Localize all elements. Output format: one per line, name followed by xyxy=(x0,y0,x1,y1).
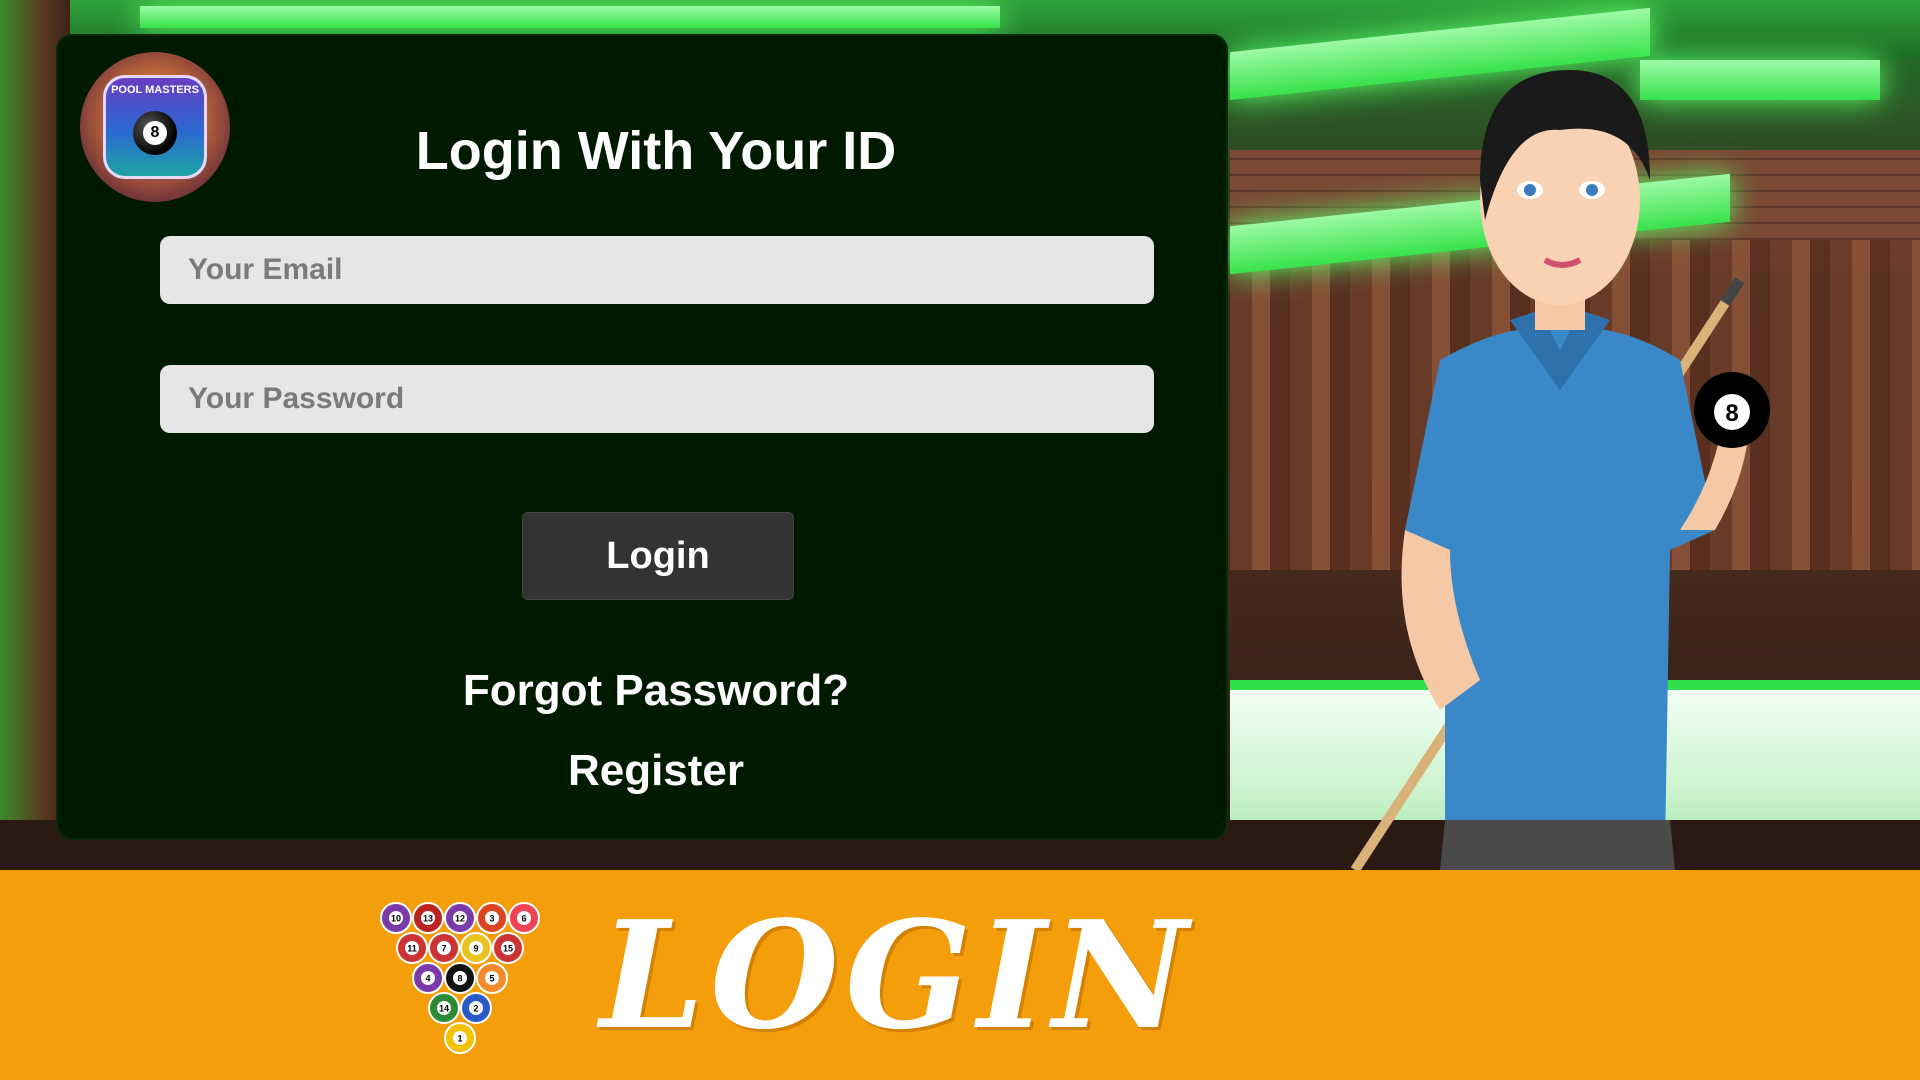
rack-ball: 8 xyxy=(444,962,476,994)
banner-title: LOGIN xyxy=(600,888,1194,1062)
email-field[interactable] xyxy=(160,236,1154,304)
rack-ball-number: 3 xyxy=(489,914,494,924)
rack-ball-number: 11 xyxy=(407,944,417,954)
login-title: Login With Your ID xyxy=(415,121,897,181)
register-link[interactable]: Register xyxy=(0,746,1312,796)
rack-ball: 9 xyxy=(460,932,492,964)
rack-ball: 5 xyxy=(476,962,508,994)
email-input[interactable] xyxy=(186,252,1154,288)
rack-ball: 13 xyxy=(412,902,444,934)
rack-ball-number: 5 xyxy=(489,974,494,984)
logo-text: POOL MASTERS xyxy=(111,84,199,96)
right-iris xyxy=(1586,184,1598,196)
rack-ball-number: 7 xyxy=(441,944,446,954)
rack-ball: 7 xyxy=(428,932,460,964)
forgot-password-link[interactable]: Forgot Password? xyxy=(0,666,1312,716)
rack-ball-number: 15 xyxy=(503,944,513,954)
rack-ball: 2 xyxy=(460,992,492,1024)
rack-ball-number: 12 xyxy=(455,914,465,924)
rack-ball: 15 xyxy=(492,932,524,964)
rack-ball: 4 xyxy=(412,962,444,994)
rack-ball: 6 xyxy=(508,902,540,934)
rack-ball-number: 4 xyxy=(425,974,430,984)
rack-ball-number: 14 xyxy=(439,1004,449,1014)
password-input[interactable] xyxy=(186,381,1154,417)
rack-ball: 11 xyxy=(396,932,428,964)
billiard-rack-icon: 10 13 12 3 6 11 7 9 15 4 8 5 14 2 1 xyxy=(380,902,540,1054)
rack-ball-number: 1 xyxy=(457,1034,462,1044)
rack-ball: 14 xyxy=(428,992,460,1024)
rack-ball-number: 10 xyxy=(391,914,401,924)
rack-ball: 10 xyxy=(380,902,412,934)
rack-ball: 1 xyxy=(444,1022,476,1054)
left-iris xyxy=(1524,184,1536,196)
pants xyxy=(1440,820,1675,870)
rack-ball-number: 2 xyxy=(473,1004,478,1014)
rack-ball-number: 9 xyxy=(473,944,478,954)
cue-tip xyxy=(1720,276,1745,307)
rack-ball-number: 6 xyxy=(521,914,526,924)
rack-ball-number: 8 xyxy=(457,974,462,984)
rack-ball: 12 xyxy=(444,902,476,934)
rack-ball: 3 xyxy=(476,902,508,934)
rack-ball-number: 13 xyxy=(423,914,433,924)
character-illustration: 8 xyxy=(1350,70,1770,870)
login-button[interactable]: Login xyxy=(522,512,794,600)
password-field[interactable] xyxy=(160,365,1154,433)
ceiling-light xyxy=(140,6,1000,28)
held-ball-number: 8 xyxy=(1725,400,1738,427)
